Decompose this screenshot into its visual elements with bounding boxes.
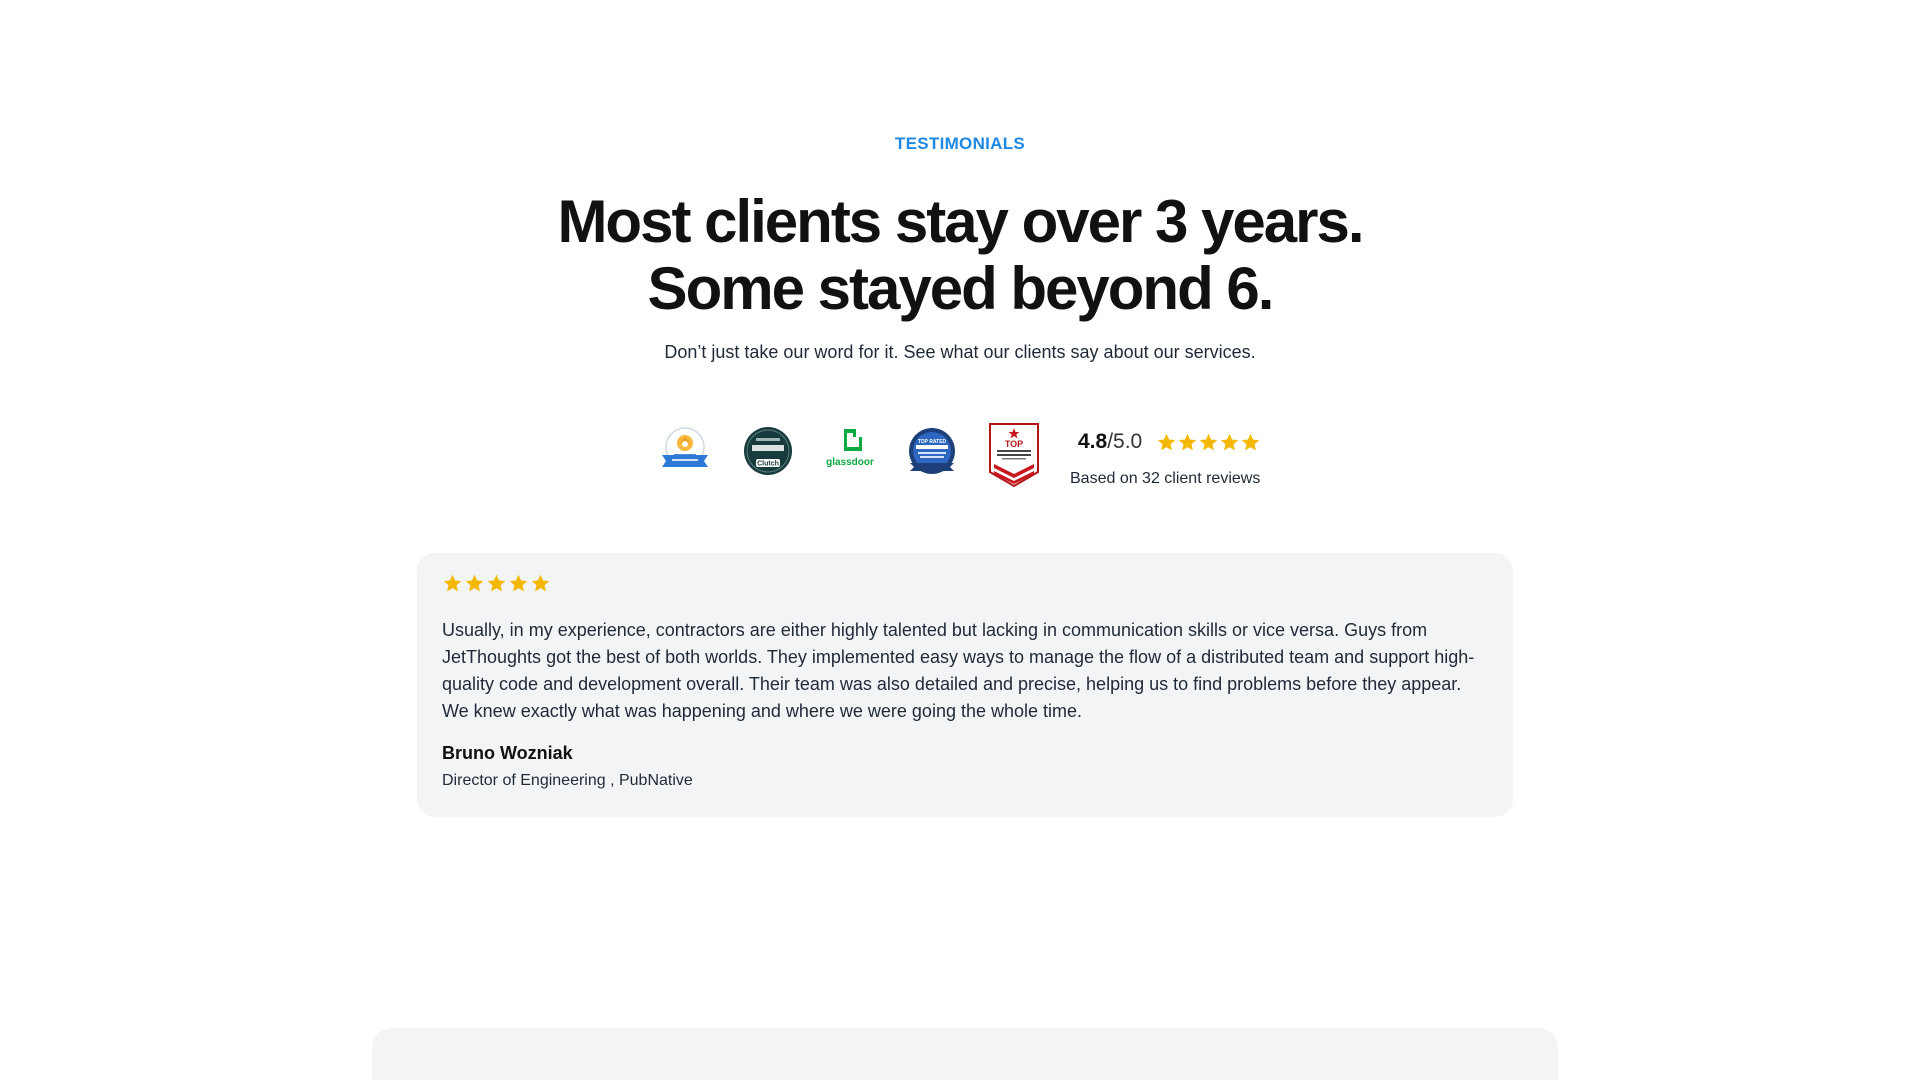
testimonial-author: Bruno Wozniak xyxy=(442,743,573,763)
rating-line: 4.8 /5.0 xyxy=(1070,428,1280,456)
next-section-panel xyxy=(372,1028,1558,1080)
rating-stars xyxy=(1156,432,1261,453)
top-rated-badge-text: TOP RATED xyxy=(918,439,947,445)
testimonial-role: Director of Engineering , PubNative xyxy=(442,772,693,789)
top-web-dev-badge-text: TOP xyxy=(1005,439,1023,449)
clutch-badge[interactable]: Clutch xyxy=(742,425,794,477)
testimonial-stars xyxy=(442,573,1488,597)
rating-summary: 4.8 /5.0 Based on 32 client reviews xyxy=(1070,428,1280,488)
headline-line-2: Some stayed beyond 6. xyxy=(647,255,1275,322)
star-icon xyxy=(1156,432,1177,453)
badges-row: Clutch glassdoor TOP RATED TOP 4.8 /5.0 … xyxy=(660,420,1270,500)
star-icon xyxy=(508,573,529,594)
glassdoor-badge-text: glassdoor xyxy=(826,457,874,468)
star-icon xyxy=(464,573,485,594)
section-headline: Most clients stay over 3 years. Some sta… xyxy=(0,188,1920,322)
rating-max: /5.0 xyxy=(1107,430,1143,453)
top-web-dev-badge[interactable]: TOP xyxy=(988,422,1040,488)
top-rated-badge[interactable]: TOP RATED xyxy=(906,425,958,477)
headline-line-1: Most clients stay over 3 years. xyxy=(557,188,1364,255)
clutch-badge-text: Clutch xyxy=(757,461,779,468)
testimonial-quote: Usually, in my experience, contractors a… xyxy=(442,620,1475,721)
glassdoor-badge[interactable]: glassdoor xyxy=(822,425,878,473)
testimonials-section: TESTIMONIALS Most clients stay over 3 ye… xyxy=(0,0,1920,1080)
star-icon xyxy=(1240,432,1261,453)
section-subhead: Don’t just take our word for it. See wha… xyxy=(664,342,1256,362)
rating-value: 4.8 xyxy=(1078,430,1108,453)
star-icon xyxy=(486,573,507,594)
star-icon xyxy=(442,573,463,594)
reviews-count-text: Based on 32 client reviews xyxy=(1070,470,1261,487)
star-icon xyxy=(1177,432,1198,453)
goodfirms-badge[interactable] xyxy=(660,425,710,473)
star-icon xyxy=(1198,432,1219,453)
star-icon xyxy=(1219,432,1240,453)
section-eyebrow: TESTIMONIALS xyxy=(894,134,1026,153)
testimonial-card: Usually, in my experience, contractors a… xyxy=(417,553,1513,817)
star-icon xyxy=(530,573,551,594)
